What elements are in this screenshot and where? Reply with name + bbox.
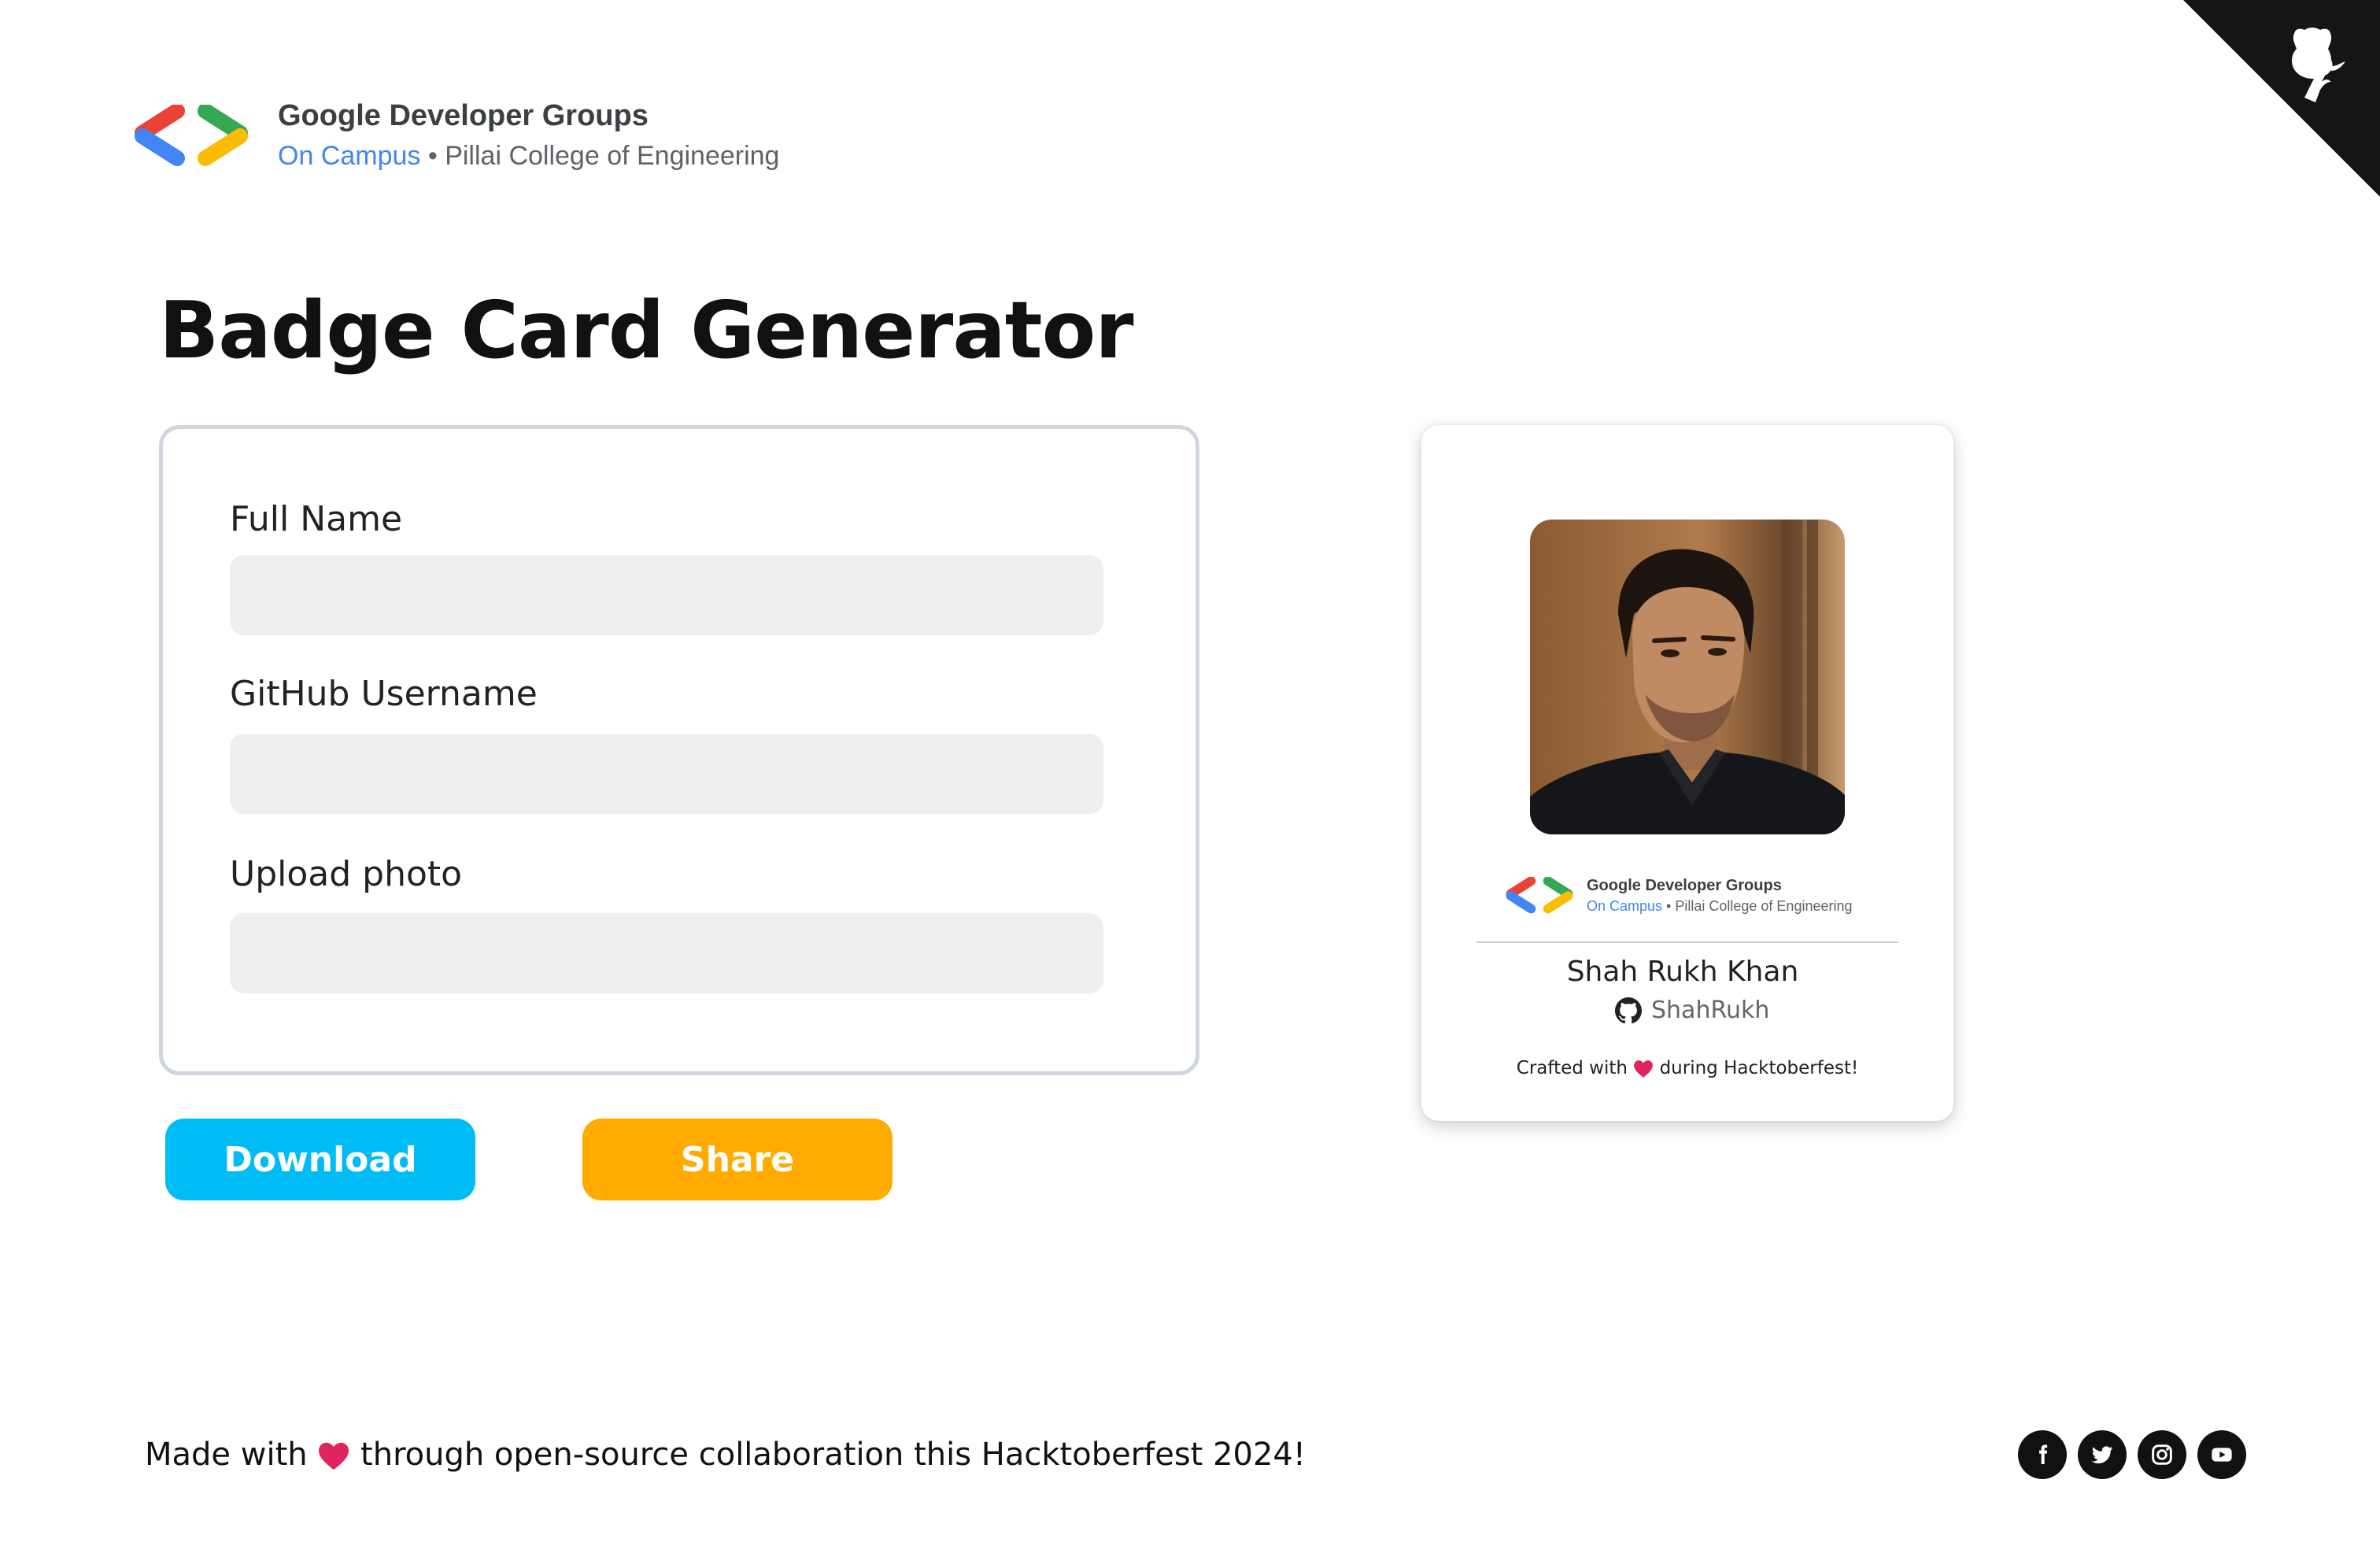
footer-text: Made with through open-source collaborat…: [145, 1431, 1306, 1478]
page-title: Badge Card Generator: [159, 284, 1134, 376]
profile-photo: [1530, 520, 1845, 834]
card-footer-suffix: during Hacktoberfest!: [1654, 1058, 1859, 1078]
download-button[interactable]: Download: [165, 1119, 475, 1200]
card-org-separator: •: [1662, 898, 1676, 914]
heart-icon: [319, 1442, 349, 1470]
footer-suffix: through open-source collaboration this H…: [350, 1437, 1306, 1473]
card-org-college: Pillai College of Engineering: [1675, 898, 1853, 914]
share-button[interactable]: Share: [582, 1119, 893, 1200]
badge-form: Full Name GitHub Username Upload photo: [159, 425, 1199, 1075]
gdg-logo-icon: [135, 105, 248, 166]
gdg-brand[interactable]: Google Developer Groups On Campus • Pill…: [130, 96, 779, 176]
github-icon: [1615, 997, 1642, 1024]
card-divider: [1476, 941, 1898, 943]
org-campus: On Campus: [278, 141, 421, 171]
twitter-icon[interactable]: [2078, 1430, 2127, 1479]
profile-photo-image: [1530, 520, 1845, 834]
org-subtitle: On Campus • Pillai College of Engineerin…: [278, 135, 779, 176]
org-title: Google Developer Groups: [278, 99, 649, 132]
card-github-handle: ShahRukh: [1615, 995, 1769, 1026]
card-org-campus: On Campus: [1587, 898, 1663, 914]
upload-photo-label: Upload photo: [230, 854, 463, 894]
social-links: [2018, 1430, 2257, 1479]
facebook-icon[interactable]: [2018, 1430, 2067, 1479]
github-username-label: GitHub Username: [230, 674, 538, 714]
github-username-input[interactable]: [230, 734, 1103, 814]
card-org-subtitle: On Campus • Pillai College of Engineerin…: [1587, 896, 1853, 916]
full-name-input[interactable]: [230, 555, 1103, 635]
card-gdg-brand: Google Developer Groups On Campus • Pill…: [1503, 875, 1853, 916]
card-full-name: Shah Rukh Khan: [1566, 956, 1799, 988]
org-college: Pillai College of Engineering: [445, 141, 780, 171]
card-footer-prefix: Crafted with: [1516, 1058, 1634, 1078]
full-name-label: Full Name: [230, 499, 403, 539]
badge-card-preview: Google Developer Groups On Campus • Pill…: [1421, 425, 1953, 1121]
upload-photo-input[interactable]: [230, 913, 1103, 993]
instagram-icon[interactable]: [2138, 1430, 2186, 1479]
org-separator: •: [420, 141, 445, 171]
youtube-icon[interactable]: [2197, 1430, 2246, 1479]
card-footer-text: Crafted with during Hacktoberfest!: [1421, 1055, 1953, 1082]
footer-prefix: Made with: [145, 1437, 318, 1473]
heart-icon: [1634, 1060, 1654, 1078]
card-org-title: Google Developer Groups: [1587, 877, 1782, 894]
card-gdg-logo-icon: [1506, 877, 1573, 914]
card-github-username: ShahRukh: [1651, 997, 1770, 1024]
github-corner-icon[interactable]: [2183, 0, 2380, 197]
